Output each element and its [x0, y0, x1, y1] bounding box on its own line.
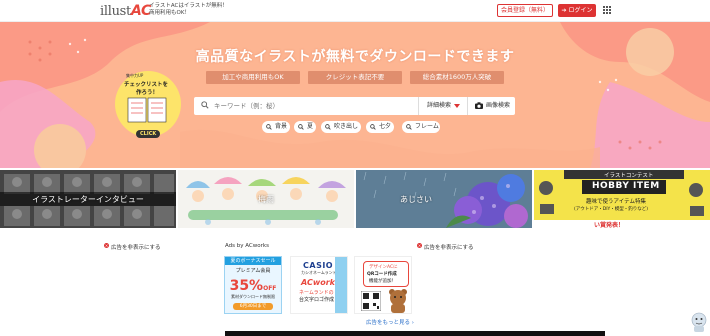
panel-label: イラストレーターインタビュー: [32, 195, 144, 204]
ad-qr-line-3: 機能が追加！: [369, 279, 396, 284]
tag-chip[interactable]: 夏: [294, 121, 316, 133]
hide-ad-label: 広告を非表示にする: [424, 245, 474, 251]
search-icon: [298, 124, 304, 130]
panel-hydrangea[interactable]: あじさい: [356, 170, 532, 228]
detail-search-button[interactable]: 詳細検索: [418, 97, 467, 115]
ad-discount-value: 35%: [229, 278, 264, 294]
feature-badge: 総合素材1600万人突破: [410, 71, 504, 84]
panel-label: あじさい: [400, 195, 432, 204]
search-icon: [325, 124, 331, 130]
search-icon: [370, 124, 376, 130]
tag-label: 夏: [307, 123, 314, 130]
chevron-right-icon: ›: [410, 320, 414, 326]
bottom-dark-banner: [225, 331, 605, 336]
tag-chip[interactable]: 吹き出し: [321, 121, 361, 133]
checklist-promo-badge[interactable]: 集中力UP チェックリストを 作ろう！ CLICK: [114, 64, 182, 150]
badge-click-label: CLICK: [140, 131, 157, 137]
contest-subtitle: 趣味で使うアイテム特集: [586, 199, 646, 205]
panel-rainy-season[interactable]: 梅雨: [178, 170, 354, 228]
search-input[interactable]: [214, 99, 414, 113]
tag-chip[interactable]: 七夕: [366, 121, 394, 133]
contest-detail: (アウトドア・DIY・模型・釣りなど): [574, 207, 649, 212]
contest-label: イラストコンテスト: [604, 173, 654, 179]
feature-badge: 加工や商用利用もOK: [206, 71, 300, 84]
image-search-label: 画像検索: [486, 102, 511, 109]
contest-title: HOBBY ITEM: [592, 181, 660, 191]
site-header: illustAC イラストACはイラストが無料！ 商用利用もOK！ 会員登録（無…: [0, 0, 710, 22]
tagline-line-1: イラストACはイラストが無料！: [149, 3, 228, 9]
feature-panels: イラストレーターインタビュー 梅雨 あじさい イラストコンテスト HOBBY I…: [0, 170, 710, 228]
ad-banner-casio[interactable]: CASIO カシオネームランド ACworks ネームランドの 台文字ロゴ作成: [290, 256, 348, 314]
ad-sale-discount: 35%OFF: [225, 275, 281, 294]
ad-discount-off: OFF: [263, 285, 277, 292]
login-button[interactable]: ➔ ログイン: [558, 4, 596, 17]
tag-label: 七夕: [379, 123, 392, 130]
ad-sale-date: 6月30日まで: [233, 303, 273, 310]
ad-qr-line-1: デザインACに: [369, 265, 398, 270]
badge-top-text: 集中力UP: [126, 73, 144, 78]
hide-ad-link[interactable]: × 広告を非表示にする: [417, 243, 474, 251]
detail-search-label: 詳細検索: [427, 102, 452, 109]
tag-chip[interactable]: フレーム: [402, 121, 440, 133]
more-ads-link[interactable]: 広告をもっと見る ›: [366, 318, 414, 326]
ad-banner-sale[interactable]: 夏のボーナスセール プレミアム会員 35%OFF 素材ダウンロード無制限 6月3…: [224, 256, 282, 314]
ad-qr-line-2: QRコード作成: [367, 272, 397, 277]
ad-banner-qr[interactable]: デザインACに QRコード作成 機能が追加！: [354, 256, 412, 314]
search-bar: 詳細検索 画像検索: [194, 97, 515, 115]
search-icon: [201, 101, 209, 109]
tag-label: 吹き出し: [334, 123, 359, 130]
panel-illustration-contest[interactable]: イラストコンテスト HOBBY ITEM 趣味で使うアイテム特集 (アウトドア・…: [534, 170, 710, 228]
feature-badge: クレジット表記不要: [308, 71, 402, 84]
mascot-scroll-top-icon[interactable]: [690, 312, 708, 332]
close-icon: ×: [104, 243, 109, 248]
ads-by-label: Ads by ACworks: [225, 243, 269, 249]
search-icon: [266, 124, 272, 130]
tag-label: フレーム: [415, 123, 439, 130]
login-label: ログイン: [568, 7, 593, 14]
qr-code-icon: [361, 291, 381, 311]
tagline-line-2: 商用利用もOK！: [149, 10, 190, 16]
tag-chip[interactable]: 背景: [262, 121, 290, 133]
ad-casio-stripe: [335, 257, 347, 313]
camera-icon: [475, 102, 483, 109]
tagline: イラストACはイラストが無料！ 商用利用もOK！: [149, 3, 228, 17]
ad-sale-line: プレミアム会員: [235, 268, 271, 274]
register-button[interactable]: 会員登録（無料）: [497, 4, 553, 17]
hero-title: 高品質なイラストが無料でダウンロードできます: [195, 49, 515, 65]
badge-main-line-1: チェックリストを: [124, 82, 169, 88]
hide-ad-label: 広告を非表示にする: [111, 245, 161, 251]
close-icon: ×: [417, 243, 422, 248]
logo[interactable]: illustAC: [100, 3, 151, 19]
search-icon: [406, 124, 412, 130]
hide-ad-link[interactable]: × 広告を非表示にする: [104, 243, 161, 251]
image-search-button[interactable]: 画像検索: [467, 97, 515, 115]
ad-sale-detail: 素材ダウンロード無制限: [231, 294, 275, 299]
dropdown-triangle-icon: [454, 104, 460, 108]
tag-label: 背景: [275, 123, 288, 130]
panel-label: 梅雨: [258, 195, 274, 204]
panel-illustrator-interview[interactable]: イラストレーターインタビュー: [0, 170, 176, 228]
badge-main-line-2: 作ろう！: [136, 90, 159, 96]
hero-banner: 集中力UP チェックリストを 作ろう！ CLICK 高品質なイラストが無料でダウ…: [0, 22, 710, 168]
bear-mascot-icon: [389, 289, 407, 313]
grid-icon[interactable]: [603, 6, 611, 14]
ad-sale-title: 夏のボーナスセール: [225, 257, 281, 265]
hero-background: [0, 22, 710, 168]
more-ads-label: 広告をもっと見る: [366, 320, 411, 326]
checklist-promo-graphic: [115, 71, 181, 138]
contest-footer: い賞発表！: [594, 222, 625, 228]
